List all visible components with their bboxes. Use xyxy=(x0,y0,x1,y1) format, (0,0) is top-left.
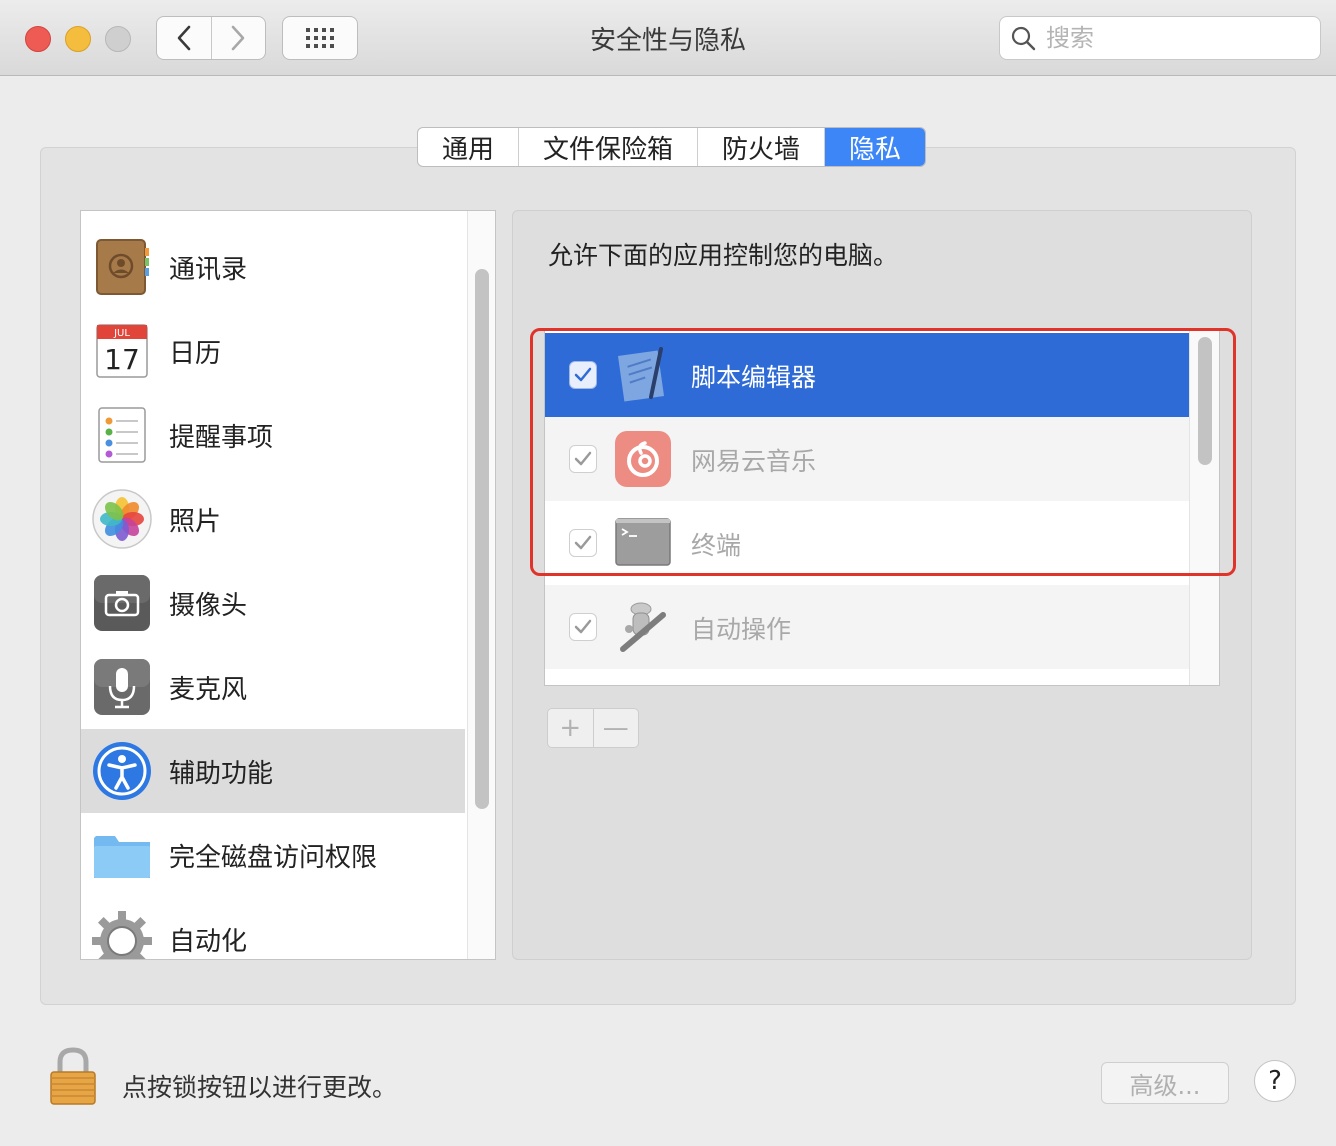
sidebar-item-label: 摄像头 xyxy=(169,590,248,621)
app-checkbox[interactable] xyxy=(569,529,597,557)
tab-privacy[interactable]: 隐私 xyxy=(825,128,926,166)
sidebar-item-calendar[interactable]: JUL 17 日历 xyxy=(81,309,465,393)
checkmark-icon xyxy=(574,451,592,466)
reminders-icon xyxy=(98,407,146,463)
sidebar-item-label: 辅助功能 xyxy=(169,758,274,789)
sidebar-scroll-thumb[interactable] xyxy=(475,269,489,809)
app-row-terminal[interactable]: 终端 xyxy=(545,501,1189,585)
checkmark-icon xyxy=(574,367,592,382)
sidebar-item-label: 照片 xyxy=(169,506,222,537)
advanced-button[interactable]: 高级... xyxy=(1101,1062,1229,1104)
sidebar-item-photos[interactable]: 照片 xyxy=(81,477,465,561)
app-checkbox[interactable] xyxy=(569,361,597,389)
microphone-icon xyxy=(94,659,150,715)
app-list: 脚本编辑器 网易云音乐 终端 自动操作 xyxy=(544,330,1220,686)
sidebar-scrollbar[interactable] xyxy=(467,211,495,959)
tab-bar: 通用 文件保险箱 防火墙 隐私 xyxy=(417,127,927,167)
help-button[interactable]: ? xyxy=(1254,1060,1296,1102)
checkmark-icon xyxy=(574,619,592,634)
gear-icon xyxy=(92,911,152,959)
camera-icon xyxy=(94,575,150,631)
sidebar-item-accessibility[interactable]: 辅助功能 xyxy=(81,729,465,813)
folder-icon xyxy=(94,836,150,878)
app-label: 网易云音乐 xyxy=(691,447,817,476)
calendar-day: 17 xyxy=(104,343,140,376)
sidebar-item-camera[interactable]: 摄像头 xyxy=(81,561,465,645)
checkmark-icon xyxy=(574,535,592,550)
remove-button[interactable]: — xyxy=(592,709,639,747)
tab-general[interactable]: 通用 xyxy=(418,128,520,166)
app-label: 自动操作 xyxy=(691,615,792,644)
sidebar-item-label: 麦克风 xyxy=(169,674,248,705)
app-label: 终端 xyxy=(691,531,742,560)
sidebar-item-label: 自动化 xyxy=(169,926,248,957)
lock-status-text: 点按锁按钮以进行更改。 xyxy=(122,1073,398,1102)
app-row-script-editor[interactable]: 脚本编辑器 xyxy=(545,333,1189,417)
app-row-automator[interactable]: 自动操作 xyxy=(545,585,1189,669)
netease-music-icon xyxy=(615,431,671,487)
sidebar-item-automation[interactable]: 自动化 xyxy=(81,897,465,959)
sidebar-item-microphone[interactable]: 麦克风 xyxy=(81,645,465,729)
tab-firewall[interactable]: 防火墙 xyxy=(698,128,826,166)
photos-icon xyxy=(92,489,152,549)
preferences-window: 安全性与隐私 通用 文件保险箱 防火墙 隐私 通讯录 xyxy=(0,0,1336,1146)
tab-filevault[interactable]: 文件保险箱 xyxy=(519,128,699,166)
panel-description: 允许下面的应用控制您的电脑。 xyxy=(548,241,899,270)
privacy-category-list: 通讯录 JUL 17 日历 提醒事项 照片 摄像头 麦克风 辅助功能 完全磁盘访… xyxy=(80,210,496,960)
sidebar-item-reminders[interactable]: 提醒事项 xyxy=(81,393,465,477)
automator-icon xyxy=(620,602,666,652)
app-checkbox[interactable] xyxy=(569,613,597,641)
app-checkbox[interactable] xyxy=(569,445,597,473)
contacts-icon xyxy=(96,239,149,295)
app-label: 脚本编辑器 xyxy=(691,363,817,392)
sidebar-item-contacts[interactable]: 通讯录 xyxy=(81,225,465,309)
sidebar-item-label: 提醒事项 xyxy=(169,422,274,453)
calendar-icon: JUL 17 xyxy=(96,324,148,378)
accessibility-icon xyxy=(93,742,151,800)
sidebar-item-label: 完全磁盘访问权限 xyxy=(169,842,378,873)
app-list-scrollbar[interactable] xyxy=(1189,331,1219,685)
app-list-scroll-thumb[interactable] xyxy=(1198,337,1212,465)
add-remove-control: + — xyxy=(547,708,639,748)
search-input[interactable] xyxy=(1044,23,1304,53)
lock-icon[interactable] xyxy=(48,1046,98,1108)
app-row-netease-music[interactable]: 网易云音乐 xyxy=(545,417,1189,501)
titlebar: 安全性与隐私 xyxy=(0,0,1336,76)
search-field[interactable] xyxy=(999,16,1321,60)
script-editor-icon xyxy=(617,347,665,402)
calendar-month: JUL xyxy=(113,328,130,339)
sidebar-item-label: 日历 xyxy=(169,338,222,369)
add-button[interactable]: + xyxy=(548,709,593,747)
terminal-icon xyxy=(615,518,671,566)
sidebar-item-label: 通讯录 xyxy=(169,254,248,285)
search-icon xyxy=(1011,26,1036,51)
sidebar-item-full-disk-access[interactable]: 完全磁盘访问权限 xyxy=(81,813,465,897)
